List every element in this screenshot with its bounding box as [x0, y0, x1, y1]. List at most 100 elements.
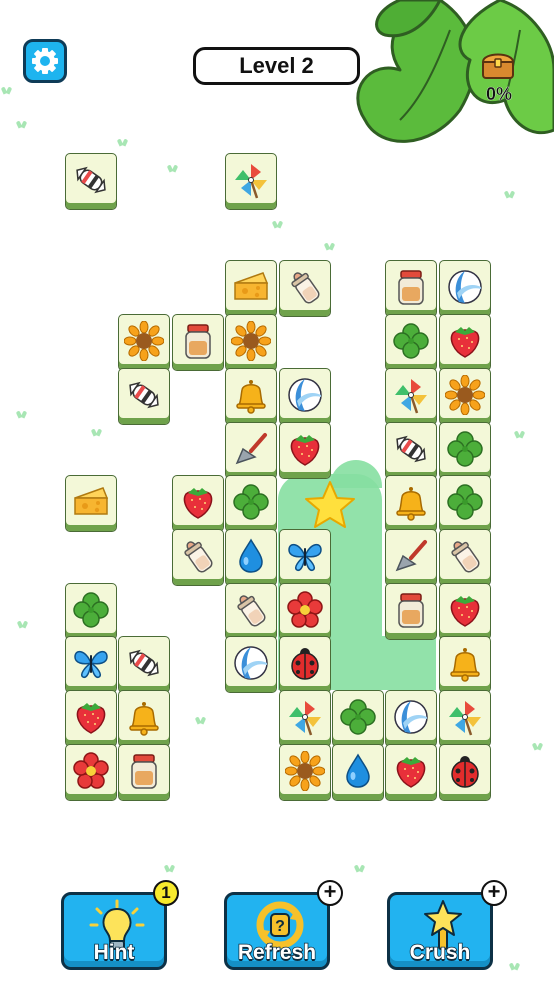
- flower-icon: [73, 752, 109, 789]
- flower-icon: [287, 591, 323, 628]
- grass-decoration: [18, 622, 27, 628]
- star-sparkle-icon: [305, 481, 355, 528]
- hint-count-badge: 1: [153, 880, 179, 906]
- tile[interactable]: [225, 529, 277, 586]
- crush-add-badge[interactable]: +: [481, 880, 507, 906]
- tile[interactable]: [225, 153, 277, 210]
- beach-ball-icon: [288, 378, 322, 412]
- tile[interactable]: [439, 636, 491, 693]
- tile[interactable]: [225, 475, 277, 532]
- tile[interactable]: [439, 260, 491, 317]
- tile[interactable]: [385, 260, 437, 317]
- baby-bottle-icon: [237, 595, 266, 627]
- ladybug-icon: [451, 756, 479, 788]
- tile[interactable]: [279, 744, 331, 801]
- jar-icon: [185, 324, 211, 359]
- candy-icon: [396, 435, 426, 463]
- bell-icon: [450, 648, 480, 682]
- grass-decoration: [273, 222, 282, 228]
- hint-label: Hint: [93, 940, 135, 965]
- tile[interactable]: [439, 422, 491, 479]
- tile[interactable]: [225, 260, 277, 317]
- sunflower-icon: [231, 321, 271, 361]
- tile[interactable]: [118, 744, 170, 801]
- treasure-chest-icon: [481, 53, 515, 79]
- tile[interactable]: [385, 529, 437, 586]
- tile[interactable]: [172, 314, 224, 371]
- grass-decoration: [2, 88, 11, 94]
- tile[interactable]: [118, 368, 170, 425]
- tile[interactable]: [225, 368, 277, 425]
- tile[interactable]: [439, 744, 491, 801]
- pinwheel-icon: [289, 701, 321, 736]
- tile[interactable]: [385, 583, 437, 640]
- leaves-decoration: [356, 0, 554, 143]
- tile[interactable]: [225, 583, 277, 640]
- clover-icon: [447, 431, 483, 467]
- tile[interactable]: [65, 153, 117, 210]
- tile[interactable]: [385, 475, 437, 532]
- tile[interactable]: [118, 690, 170, 747]
- cheese-icon: [74, 487, 109, 515]
- tile[interactable]: [65, 744, 117, 801]
- beach-ball-icon: [448, 270, 482, 304]
- hint-button[interactable]: Hint: [61, 892, 167, 970]
- chest-progress-text: 0%: [485, 84, 512, 104]
- clover-icon: [393, 323, 429, 359]
- gear-icon: [32, 48, 58, 74]
- tile[interactable]: [385, 368, 437, 425]
- grass-decoration: [515, 432, 524, 438]
- tile[interactable]: [332, 690, 384, 747]
- jar-icon: [398, 593, 424, 628]
- tile[interactable]: [279, 260, 331, 317]
- tile[interactable]: [279, 690, 331, 747]
- pinwheel-icon: [395, 379, 427, 414]
- cleared-area-glow: [382, 636, 436, 690]
- spatula-icon: [235, 433, 267, 465]
- tile[interactable]: [439, 475, 491, 532]
- tile[interactable]: [118, 636, 170, 693]
- tile[interactable]: [439, 690, 491, 747]
- tile[interactable]: [385, 314, 437, 371]
- strawberry-icon: [450, 596, 480, 627]
- tile[interactable]: [279, 583, 331, 640]
- svg-text:?: ?: [275, 918, 285, 935]
- tile[interactable]: [385, 744, 437, 801]
- candy-icon: [129, 649, 159, 677]
- tile[interactable]: [225, 422, 277, 479]
- grass-decoration: [118, 140, 127, 146]
- tile[interactable]: [439, 583, 491, 640]
- grass-decoration: [533, 744, 542, 750]
- beach-ball-icon: [234, 646, 268, 680]
- refresh-add-badge[interactable]: +: [317, 880, 343, 906]
- tile[interactable]: [225, 314, 277, 371]
- grass-decoration: [505, 192, 514, 198]
- tile[interactable]: [385, 690, 437, 747]
- tile[interactable]: [172, 475, 224, 532]
- tile[interactable]: [439, 314, 491, 371]
- tile[interactable]: [279, 529, 331, 586]
- refresh-button[interactable]: ? Refresh: [224, 892, 330, 970]
- crush-button[interactable]: Crush: [387, 892, 493, 970]
- tile[interactable]: [65, 583, 117, 640]
- tile[interactable]: [65, 475, 117, 532]
- tile[interactable]: [279, 422, 331, 479]
- tile[interactable]: [279, 368, 331, 425]
- spatula-icon: [395, 540, 427, 572]
- tile[interactable]: [65, 690, 117, 747]
- strawberry-icon: [290, 435, 320, 466]
- clover-icon: [447, 484, 483, 520]
- tile[interactable]: [65, 636, 117, 693]
- grass-decoration: [325, 244, 334, 250]
- tile[interactable]: [225, 636, 277, 693]
- sunflower-icon: [124, 321, 164, 361]
- tile[interactable]: [279, 636, 331, 693]
- tile[interactable]: [172, 529, 224, 586]
- tile[interactable]: [439, 368, 491, 425]
- tile[interactable]: [439, 529, 491, 586]
- tile[interactable]: [332, 744, 384, 801]
- tile[interactable]: [385, 422, 437, 479]
- tile[interactable]: [118, 314, 170, 371]
- bell-icon: [129, 702, 159, 736]
- settings-button[interactable]: [23, 39, 67, 83]
